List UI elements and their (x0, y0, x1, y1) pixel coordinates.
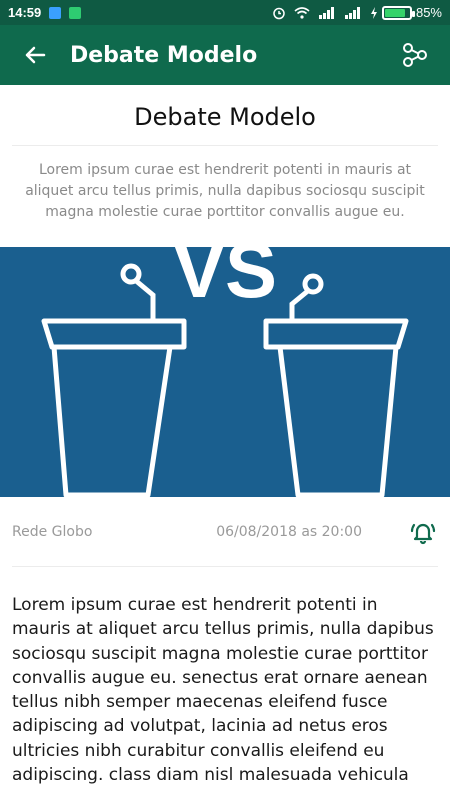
alarm-clock-icon (273, 7, 285, 19)
alarm-bell-icon (410, 523, 436, 545)
article-content: Debate Modelo Lorem ipsum curae est hend… (0, 85, 450, 800)
charging-icon (370, 6, 377, 19)
article-title: Debate Modelo (134, 103, 316, 131)
status-time: 14:59 (8, 5, 42, 20)
vpn-icon (49, 6, 62, 19)
signal-icon (318, 6, 334, 19)
app-bar-title: Debate Modelo (70, 42, 258, 68)
alarm-button[interactable] (408, 517, 438, 547)
battery-icon (381, 5, 415, 20)
article-summary: Lorem ipsum curae est hendrerit potenti … (25, 162, 425, 220)
arrow-left-icon (25, 46, 46, 64)
divider (12, 566, 438, 567)
battery-percent: 85% (415, 5, 442, 20)
hero-vs-text: VS (173, 247, 277, 314)
back-button[interactable] (0, 25, 70, 85)
hero-image: VS (0, 247, 450, 497)
channel-name: Rede Globo (12, 524, 93, 540)
signal-icon (344, 6, 360, 19)
debate-illustration: VS (41, 247, 409, 497)
event-datetime: 06/08/2018 as 20:00 (216, 524, 362, 540)
android-icon (69, 6, 82, 19)
share-icon (403, 43, 427, 67)
app-bar: Debate Modelo (0, 25, 450, 85)
event-meta: Rede Globo 06/08/2018 as 20:00 (0, 497, 450, 567)
status-bar: 14:59 85% (0, 0, 450, 25)
article-body: Lorem ipsum curae est hendrerit potenti … (12, 595, 434, 786)
wifi-icon (294, 6, 310, 19)
share-button[interactable] (380, 25, 450, 85)
